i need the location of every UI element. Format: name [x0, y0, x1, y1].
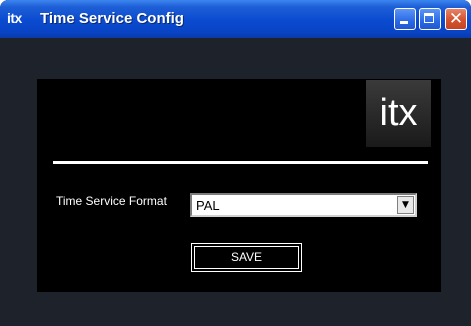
app-window: itx Time Service Config ✕ itx Time Servi…	[0, 0, 471, 326]
close-button[interactable]: ✕	[445, 8, 467, 30]
divider	[53, 161, 428, 164]
minimize-icon	[400, 21, 408, 24]
time-service-format-select[interactable]: PAL ▼	[190, 193, 417, 217]
window-title: Time Service Config	[40, 10, 184, 27]
app-icon: itx	[7, 10, 22, 26]
time-service-format-label: Time Service Format	[56, 194, 167, 208]
select-value: PAL	[196, 198, 220, 213]
logo-text: itx	[379, 92, 418, 134]
save-button[interactable]: SAVE	[191, 243, 302, 272]
close-icon: ✕	[448, 9, 464, 29]
maximize-icon	[424, 13, 434, 23]
minimize-button[interactable]	[394, 8, 416, 30]
itx-logo: itx	[366, 80, 431, 147]
chevron-down-icon[interactable]: ▼	[397, 196, 414, 214]
maximize-button[interactable]	[419, 8, 441, 30]
title-bar[interactable]: itx Time Service Config ✕	[0, 0, 471, 38]
